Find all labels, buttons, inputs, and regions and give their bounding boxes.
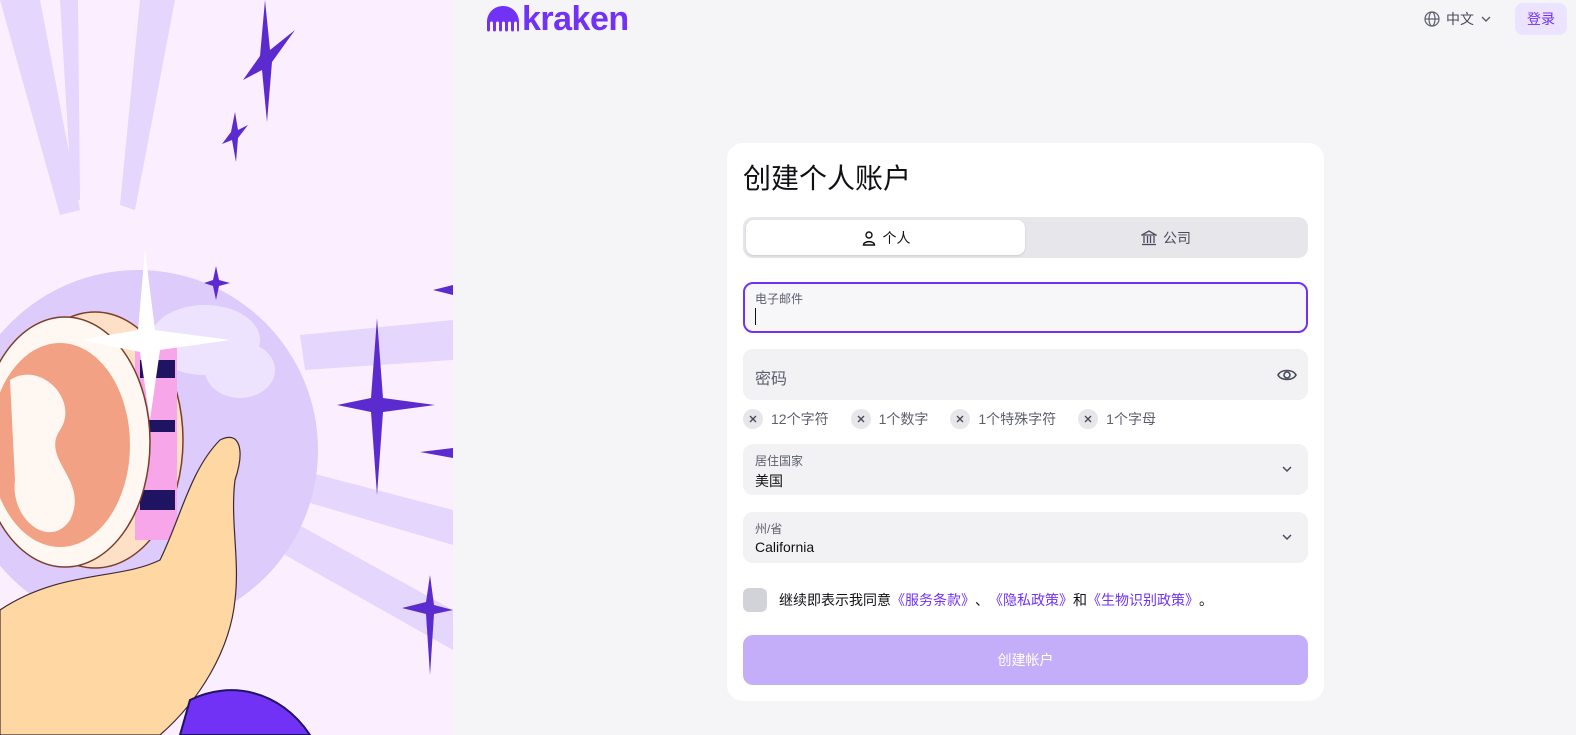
coin-hand-illustration: [0, 0, 453, 735]
tab-company-label: 公司: [1163, 229, 1191, 246]
tab-company[interactable]: 公司: [1027, 220, 1305, 255]
language-label: 中文: [1446, 11, 1474, 27]
state-value: California: [755, 539, 815, 555]
email-label: 电子邮件: [755, 292, 804, 306]
tab-personal-label: 个人: [882, 229, 911, 246]
x-icon: [950, 409, 971, 429]
x-icon: [1078, 409, 1099, 429]
biometric-link[interactable]: 《生物识别政策》: [1087, 590, 1199, 610]
requirement-label: 1个字母: [1106, 411, 1156, 427]
x-icon: [743, 409, 763, 429]
person-icon: [862, 230, 875, 246]
country-label: 居住国家: [755, 454, 804, 468]
language-selector[interactable]: 中文: [1424, 8, 1492, 30]
agreement-sep: 和: [1073, 592, 1087, 608]
bank-icon: [1141, 229, 1157, 245]
requirement-label: 1个数字: [878, 411, 929, 427]
country-select[interactable]: 居住国家 美国: [743, 444, 1308, 495]
agreement-sep: 、: [975, 592, 989, 608]
kraken-logo[interactable]: kraken: [486, 0, 629, 38]
terms-checkbox[interactable]: [743, 588, 767, 612]
tab-personal[interactable]: 个人: [746, 220, 1025, 255]
requirement-item: 1个字母: [1078, 409, 1156, 429]
kraken-logo-icon: [487, 6, 519, 32]
password-placeholder: 密码: [755, 371, 788, 388]
agreement-suffix: 。: [1199, 592, 1213, 608]
logo-wordmark: kraken: [522, 0, 629, 38]
eye-icon[interactable]: [1277, 365, 1297, 385]
page-title: 创建个人账户: [743, 163, 912, 194]
create-account-button[interactable]: 创建帐户: [743, 635, 1308, 685]
signup-card: 创建个人账户 个人 公司 电子邮件 密码 12个字符 1个数字 1个特殊字符 1…: [727, 143, 1324, 701]
requirement-label: 1个特殊字符: [978, 411, 1057, 427]
email-field[interactable]: 电子邮件: [743, 282, 1308, 333]
terms-link[interactable]: 《服务条款》: [891, 590, 975, 610]
chevron-down-icon: [1481, 16, 1491, 22]
password-field[interactable]: 密码: [743, 349, 1308, 400]
requirement-item: 12个字符: [743, 409, 829, 429]
agreement-prefix: 继续即表示我同意: [779, 592, 891, 608]
chevron-down-icon: [1282, 466, 1292, 473]
hero-illustration: [0, 0, 453, 735]
requirement-item: 1个数字: [850, 409, 929, 429]
chevron-down-icon: [1282, 534, 1292, 541]
terms-agreement: 继续即表示我同意 《服务条款》 、 《隐私政策》 和 《生物识别政策》 。: [743, 588, 1213, 612]
globe-icon: [1424, 11, 1440, 27]
password-requirements: 12个字符 1个数字 1个特殊字符 1个字母: [743, 408, 1178, 430]
state-select[interactable]: 州/省 California: [743, 512, 1308, 563]
x-icon: [850, 409, 871, 429]
text-caret: [755, 308, 756, 325]
country-value: 美国: [755, 473, 783, 489]
requirement-label: 12个字符: [771, 411, 829, 427]
login-button[interactable]: 登录: [1515, 3, 1567, 35]
requirement-item: 1个特殊字符: [950, 409, 1056, 429]
state-label: 州/省: [755, 522, 783, 536]
account-type-toggle: 个人 公司: [743, 217, 1308, 258]
privacy-link[interactable]: 《隐私政策》: [989, 590, 1073, 610]
